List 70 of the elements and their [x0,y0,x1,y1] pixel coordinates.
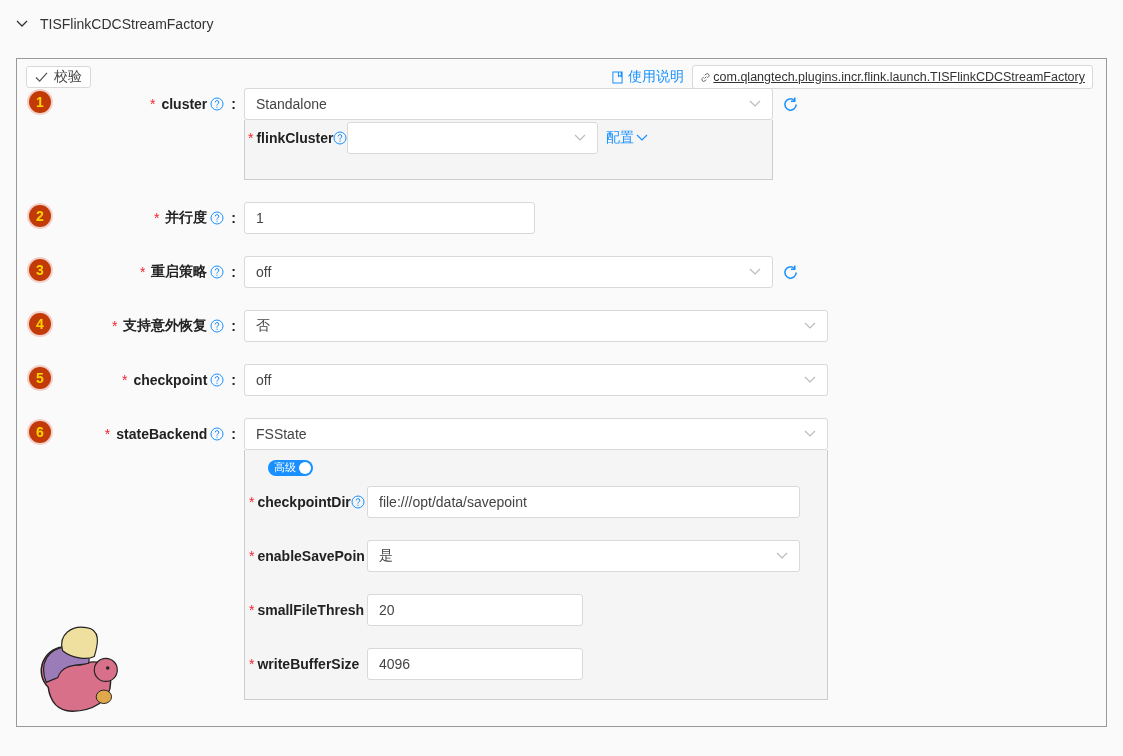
field-label: 重启策略 [151,263,208,281]
chevron-down-icon [804,430,816,438]
chevron-down-icon [776,551,788,560]
section-title: TISFlinkCDCStreamFactory [40,16,214,32]
help-icon[interactable] [210,97,225,111]
chevron-down-icon [636,134,649,142]
validate-button[interactable]: 校验 [26,66,91,88]
required-mark: * [249,547,255,564]
field-label: cluster [161,96,208,112]
refresh-icon[interactable] [782,95,799,113]
step-number: 4 [29,313,51,335]
select-field[interactable]: off [244,364,828,396]
required-mark: * [249,601,255,618]
field-label: flinkCluster [256,130,334,146]
colon: : [231,372,236,388]
step-number: 2 [29,205,51,227]
required-mark: * [111,318,118,334]
field-label: checkpoint [133,372,208,388]
field-label: 并行度 [165,209,208,227]
help-icon[interactable] [210,265,225,279]
class-link[interactable]: com.qlangtech.plugins.incr.flink.launch.TISFlinkCDCStreamFactory [692,65,1093,89]
select-field[interactable]: off [244,256,773,288]
colon: : [231,318,236,334]
required-mark: * [121,372,128,388]
select-field[interactable]: FSState [244,418,828,450]
chevron-down-icon [749,268,761,276]
chevron-down-icon [574,134,587,142]
help-icon[interactable] [350,494,365,509]
field-label: writeBufferSize [257,655,360,672]
link-icon [700,71,712,83]
refresh-icon[interactable] [782,263,799,281]
select-field[interactable]: 否 [244,310,828,342]
field-label: checkpointDir [257,493,351,510]
required-mark: * [249,493,255,510]
required-mark: * [104,426,111,442]
required-mark: * [248,130,254,146]
help-icon[interactable] [210,373,225,387]
required-mark: * [139,264,146,280]
step-number: 6 [29,421,51,443]
step-number: 5 [29,367,51,389]
colon: : [231,264,236,280]
colon: : [231,96,236,112]
step-number: 1 [29,91,51,113]
colon: : [231,426,236,442]
input-field[interactable]: file:///opt/data/savepoint [367,485,800,518]
help-icon[interactable] [210,211,225,225]
select-field[interactable]: Standalone [244,88,773,120]
required-mark: * [249,655,255,672]
required-mark: * [153,210,160,226]
required-mark: * [149,96,156,112]
field-label: smallFileThresh [257,601,365,618]
help-icon[interactable] [333,131,348,145]
colon: : [231,210,236,226]
chevron-down-icon [804,322,816,330]
book-icon [612,70,624,84]
chevron-down-icon[interactable] [16,20,28,28]
input-field[interactable]: 20 [367,593,583,626]
field-label: enableSavePoin [257,547,365,564]
input-field[interactable]: 4096 [367,647,583,680]
step-number: 3 [29,259,51,281]
select-field[interactable] [347,122,599,154]
field-label: stateBackend [116,426,208,442]
select-field[interactable]: 是 [367,539,800,572]
field-label: 支持意外恢复 [123,317,208,335]
chevron-down-icon [749,100,761,108]
help-icon[interactable] [210,427,225,441]
check-icon [35,71,48,83]
chevron-down-icon [804,376,816,384]
help-icon[interactable] [210,319,225,333]
input-field[interactable]: 1 [244,202,535,234]
